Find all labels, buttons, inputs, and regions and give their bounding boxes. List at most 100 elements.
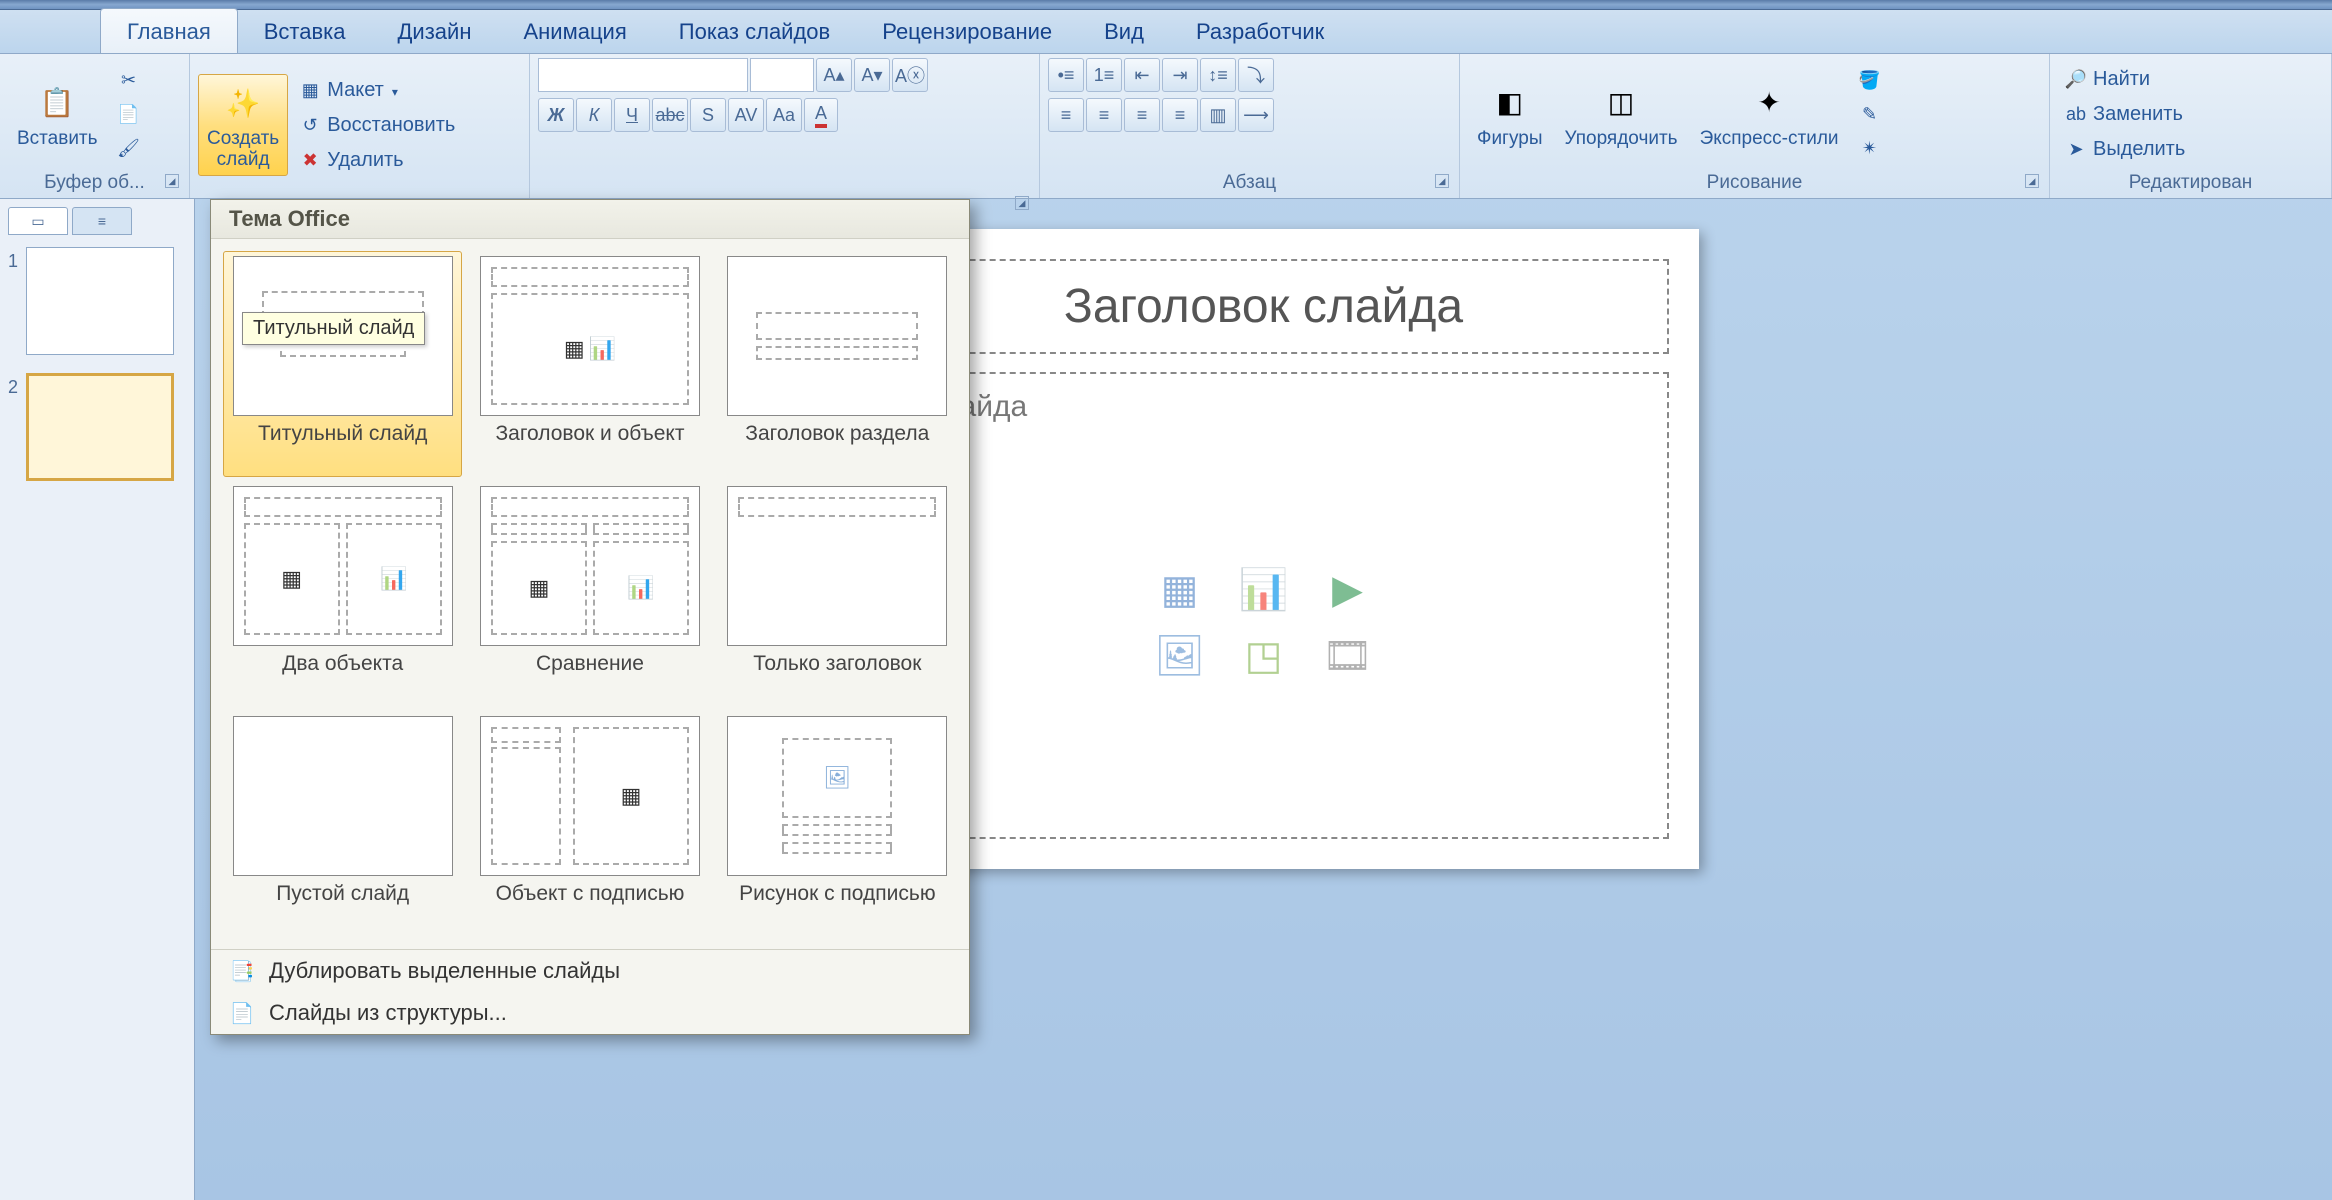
select-button[interactable]: ➤Выделить bbox=[2058, 133, 2192, 166]
tab-design[interactable]: Дизайн bbox=[372, 9, 498, 53]
insert-media-icon[interactable]: 🎞 bbox=[1312, 628, 1384, 684]
copy-button[interactable]: 📄 bbox=[111, 98, 147, 130]
reset-button[interactable]: ↺Восстановить bbox=[292, 109, 462, 142]
quick-styles-button[interactable]: ✦Экспресс-стили bbox=[1691, 74, 1848, 155]
cut-button[interactable]: ✂ bbox=[111, 64, 147, 96]
content-insert-icons: ▦ 📊 ▶ 🖼 ◳ 🎞 bbox=[1144, 562, 1384, 684]
paragraph-launcher-icon[interactable]: ◢ bbox=[1435, 174, 1449, 188]
align-left-button[interactable]: ≡ bbox=[1048, 98, 1084, 132]
find-button[interactable]: 🔎Найти bbox=[2058, 63, 2192, 96]
underline-button[interactable]: Ч bbox=[614, 98, 650, 132]
layout-tooltip: Титульный слайд bbox=[242, 312, 425, 345]
tab-developer[interactable]: Разработчик bbox=[1170, 9, 1350, 53]
thumbnails-tab-slides[interactable]: ▭ bbox=[8, 207, 68, 235]
thumb-number: 2 bbox=[8, 373, 18, 398]
layout-comparison[interactable]: ▦📊 Сравнение bbox=[470, 481, 709, 707]
eraser-icon: Aⓧ bbox=[895, 62, 925, 88]
char-spacing-button[interactable]: AV bbox=[728, 98, 764, 132]
shapes-button[interactable]: ◧Фигуры bbox=[1468, 74, 1552, 155]
layout-title-only[interactable]: Только заголовок bbox=[718, 481, 957, 707]
tab-review[interactable]: Рецензирование bbox=[856, 9, 1078, 53]
copy-icon: 📄 bbox=[118, 103, 140, 125]
layout-label: Только заголовок bbox=[753, 652, 921, 702]
thumb-slide-1[interactable]: 1 bbox=[8, 247, 186, 355]
shadow-button[interactable]: S bbox=[690, 98, 726, 132]
strike-button[interactable]: abc bbox=[652, 98, 688, 132]
slides-group-label bbox=[198, 192, 521, 198]
thumb-number: 1 bbox=[8, 247, 18, 272]
content-placeholder[interactable]: кст слайда ▦ 📊 ▶ 🖼 ◳ 🎞 bbox=[859, 372, 1669, 839]
shape-outline-button[interactable]: ✎ bbox=[1852, 98, 1888, 130]
insert-smartart-icon[interactable]: ▶ bbox=[1312, 562, 1384, 618]
layout-blank[interactable]: Пустой слайд bbox=[223, 711, 462, 937]
font-name-input[interactable] bbox=[538, 58, 748, 92]
font-group-label: ◢ bbox=[538, 192, 1031, 198]
thumb-slide-2[interactable]: 2 bbox=[8, 373, 186, 481]
styles-icon: ✦ bbox=[1745, 79, 1793, 127]
format-painter-button[interactable]: 🖌 bbox=[111, 132, 147, 164]
align-center-button[interactable]: ≡ bbox=[1086, 98, 1122, 132]
delete-button[interactable]: ✖Удалить bbox=[292, 144, 462, 177]
layout-title-slide[interactable]: Титульный слайд Титульный слайд bbox=[223, 251, 462, 477]
ribbon: 📋 Вставить ✂ 📄 🖌 Буфер об...◢ ✨ Создать … bbox=[0, 54, 2332, 199]
tab-home[interactable]: Главная bbox=[100, 8, 238, 53]
tab-view[interactable]: Вид bbox=[1078, 9, 1170, 53]
group-font: A▴ A▾ Aⓧ Ж К Ч abc S AV Aa A ◢ bbox=[530, 54, 1040, 198]
tab-animation[interactable]: Анимация bbox=[497, 9, 652, 53]
clear-format-button[interactable]: Aⓧ bbox=[892, 58, 928, 92]
text-direction-button[interactable]: ⤵ bbox=[1238, 58, 1274, 92]
outline-tab-icon: ≡ bbox=[98, 213, 106, 229]
title-placeholder[interactable]: Заголовок слайда bbox=[859, 259, 1669, 354]
layout-title-content[interactable]: ▦📊 Заголовок и объект bbox=[470, 251, 709, 477]
insert-table-icon[interactable]: ▦ bbox=[1144, 562, 1216, 618]
shrink-font-button[interactable]: A▾ bbox=[854, 58, 890, 92]
slides-from-outline-item[interactable]: 📄Слайды из структуры... bbox=[211, 992, 969, 1034]
insert-picture-icon[interactable]: 🖼 bbox=[1144, 628, 1216, 684]
layout-content-caption[interactable]: ▦ Объект с подписью bbox=[470, 711, 709, 937]
outline-icon: ✎ bbox=[1859, 103, 1881, 125]
fill-icon: 🪣 bbox=[1859, 69, 1881, 91]
duplicate-slides-item[interactable]: 📑Дублировать выделенные слайды bbox=[211, 950, 969, 992]
layout-picture-caption[interactable]: 🖼 Рисунок с подписью bbox=[718, 711, 957, 937]
numbering-button[interactable]: 1≡ bbox=[1086, 58, 1122, 92]
layout-label: Рисунок с подписью bbox=[739, 882, 936, 932]
new-slide-button[interactable]: ✨ Создать слайд bbox=[198, 74, 288, 176]
columns-button[interactable]: ▥ bbox=[1200, 98, 1236, 132]
indent-inc-button[interactable]: ⇥ bbox=[1162, 58, 1198, 92]
new-slide-label: Создать слайд bbox=[207, 129, 279, 171]
slides-tab-icon: ▭ bbox=[31, 213, 44, 230]
tab-slideshow[interactable]: Показ слайдов bbox=[653, 9, 856, 53]
bold-button[interactable]: Ж bbox=[538, 98, 574, 132]
new-slide-dropdown: Тема Office Титульный слайд Титульный сл… bbox=[210, 199, 970, 1035]
replace-button[interactable]: abЗаменить bbox=[2058, 98, 2192, 131]
shape-fill-button[interactable]: 🪣 bbox=[1852, 64, 1888, 96]
layout-button[interactable]: ▦Макет bbox=[292, 74, 462, 107]
bullets-button[interactable]: •≡ bbox=[1048, 58, 1084, 92]
arrange-button[interactable]: ◫Упорядочить bbox=[1556, 74, 1687, 155]
paragraph-group-label: Абзац◢ bbox=[1048, 170, 1451, 198]
layout-two-content[interactable]: ▦📊 Два объекта bbox=[223, 481, 462, 707]
paste-button[interactable]: 📋 Вставить bbox=[8, 74, 107, 155]
align-right-button[interactable]: ≡ bbox=[1124, 98, 1160, 132]
change-case-button[interactable]: Aa bbox=[766, 98, 802, 132]
grow-font-button[interactable]: A▴ bbox=[816, 58, 852, 92]
tab-insert[interactable]: Вставка bbox=[238, 9, 372, 53]
layout-section-header[interactable]: Заголовок раздела bbox=[718, 251, 957, 477]
paste-label: Вставить bbox=[17, 129, 98, 150]
line-spacing-button[interactable]: ↕≡ bbox=[1200, 58, 1236, 92]
reset-icon: ↺ bbox=[299, 114, 321, 136]
layout-label: Сравнение bbox=[536, 652, 644, 702]
drawing-launcher-icon[interactable]: ◢ bbox=[2025, 174, 2039, 188]
thumbnails-tab-outline[interactable]: ≡ bbox=[72, 207, 132, 235]
indent-dec-button[interactable]: ⇤ bbox=[1124, 58, 1160, 92]
shape-effects-button[interactable]: ✴ bbox=[1852, 132, 1888, 164]
insert-chart-icon[interactable]: 📊 bbox=[1228, 562, 1300, 618]
font-color-button[interactable]: A bbox=[804, 98, 838, 132]
drawing-group-label: Рисование◢ bbox=[1468, 170, 2041, 198]
italic-button[interactable]: К bbox=[576, 98, 612, 132]
font-size-input[interactable] bbox=[750, 58, 814, 92]
insert-clipart-icon[interactable]: ◳ bbox=[1228, 628, 1300, 684]
align-justify-button[interactable]: ≡ bbox=[1162, 98, 1198, 132]
smartart-button[interactable]: ⟶ bbox=[1238, 98, 1274, 132]
clipboard-launcher-icon[interactable]: ◢ bbox=[165, 174, 179, 188]
